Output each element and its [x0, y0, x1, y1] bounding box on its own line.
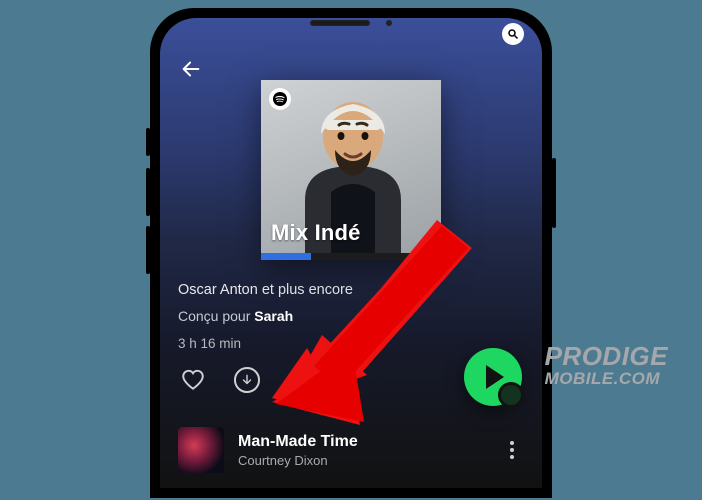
playlist-duration: 3 h 16 min	[178, 336, 524, 351]
arrow-left-icon	[180, 58, 202, 80]
side-button-physical	[146, 226, 150, 274]
watermark-line-1: PRODIGE	[545, 343, 668, 370]
spotify-icon	[269, 88, 291, 110]
heart-icon	[180, 367, 206, 393]
track-info: Man-Made Time Courtney Dixon	[238, 433, 486, 468]
cover-container: Mix Indé	[178, 80, 524, 260]
phone-frame: Mix Indé Oscar Anton et plus encore Conç…	[150, 8, 552, 498]
download-icon	[234, 367, 260, 393]
more-vertical-icon	[299, 371, 303, 389]
volume-up-button-physical	[146, 128, 150, 156]
cover-title: Mix Indé	[271, 220, 361, 246]
track-row[interactable]: Man-Made Time Courtney Dixon	[178, 423, 524, 477]
made-for-user: Sarah	[254, 308, 293, 324]
track-title: Man-Made Time	[238, 433, 486, 451]
track-more-button[interactable]	[500, 441, 524, 459]
back-button[interactable]	[174, 52, 208, 86]
front-camera	[386, 20, 392, 26]
track-artwork	[178, 427, 224, 473]
volume-down-button-physical	[146, 168, 150, 216]
power-button-physical	[552, 158, 556, 228]
earpiece	[310, 20, 370, 26]
play-button[interactable]	[464, 348, 522, 406]
notch	[310, 20, 392, 26]
screen: Mix Indé Oscar Anton et plus encore Conç…	[160, 18, 542, 488]
more-vertical-icon	[510, 441, 514, 459]
made-for-prefix: Conçu pour	[178, 308, 254, 324]
content: Mix Indé Oscar Anton et plus encore Conç…	[160, 80, 542, 477]
play-icon	[486, 365, 504, 389]
download-button[interactable]	[232, 365, 262, 395]
made-for-line: Conçu pour Sarah	[178, 308, 524, 324]
cover-accent-bar	[261, 253, 441, 260]
playlist-cover[interactable]: Mix Indé	[261, 80, 441, 260]
watermark: PRODIGE MOBILE.COM	[545, 343, 668, 388]
like-button[interactable]	[178, 365, 208, 395]
playlist-byline: Oscar Anton et plus encore	[178, 282, 524, 298]
more-options-button[interactable]	[286, 365, 316, 395]
track-artist: Courtney Dixon	[238, 453, 486, 468]
search-status-icon	[502, 23, 524, 45]
watermark-line-2: MOBILE.COM	[545, 370, 668, 388]
